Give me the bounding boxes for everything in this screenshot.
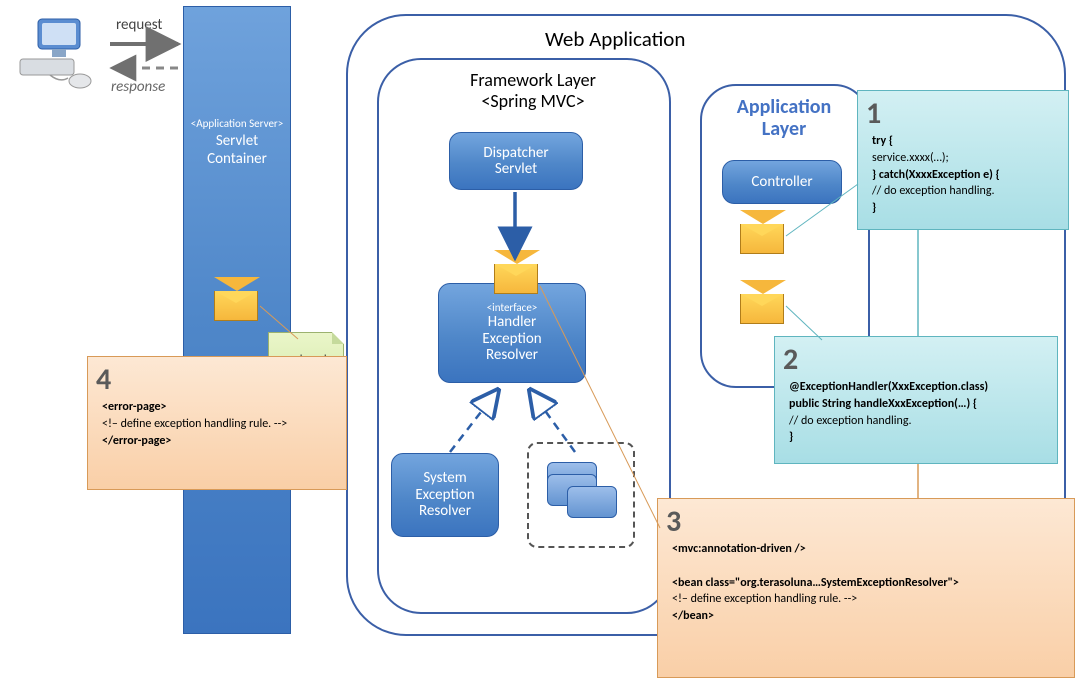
callout-4: 4 <error-page> <!– define exception hand… (87, 356, 347, 490)
controller-node: Controller (722, 160, 842, 204)
servlet-name-1: Servlet (216, 132, 258, 150)
envelope-icon-controller-2 (740, 294, 784, 324)
callout-3: 3 <mvc:annotation-driven /> <bean class=… (657, 498, 1075, 678)
application-layer-title: Application Layer (724, 96, 844, 140)
envelope-icon-her (494, 264, 538, 294)
system-exception-resolver-node: System Exception Resolver (391, 453, 499, 537)
request-label: request (116, 16, 162, 34)
envelope-icon-webxml (214, 291, 258, 321)
client-computer-icon (10, 15, 100, 100)
envelope-icon-controller-1 (740, 224, 784, 254)
web-application-title: Web Application (545, 26, 685, 52)
callout-1: 1 try { service.xxxx(…); } catch(XxxxExc… (857, 90, 1069, 230)
servlet-name-2: Container (207, 150, 267, 168)
servlet-stereotype: <Application Server> (184, 117, 290, 130)
dispatcher-servlet-node: Dispatcher Servlet (449, 132, 583, 190)
callout-2: 2 @ExceptionHandler(XxxException.class) … (774, 336, 1058, 464)
handler-exception-resolver-node: <interface> Handler Exception Resolver (438, 283, 586, 383)
response-label: response (111, 78, 165, 96)
framework-layer-title: Framework Layer <Spring MVC> (448, 70, 618, 111)
